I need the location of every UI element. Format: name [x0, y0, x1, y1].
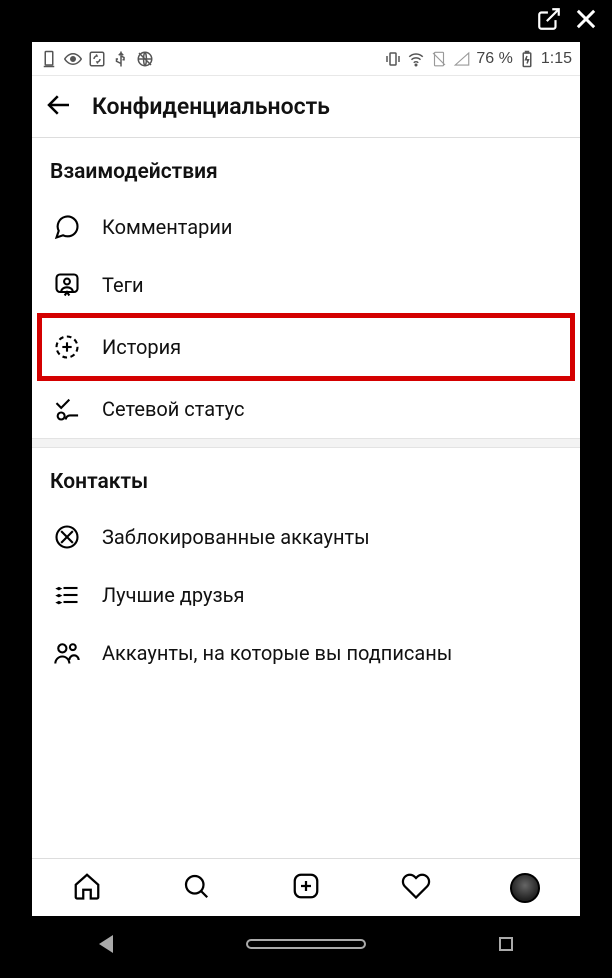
comment-icon: [52, 212, 82, 242]
back-icon[interactable]: [44, 90, 74, 124]
following-icon: [52, 638, 82, 668]
activity-status-icon: [52, 394, 82, 424]
external-link-icon[interactable]: [536, 6, 562, 36]
row-label: Заблокированные аккаунты: [102, 525, 370, 549]
page-title: Конфиденциальность: [92, 93, 330, 120]
row-label: История: [102, 335, 181, 359]
nav-profile[interactable]: [510, 873, 540, 903]
device-icon: [40, 50, 58, 68]
no-network-icon: [136, 50, 154, 68]
vibrate-icon: [384, 50, 402, 68]
row-label: Теги: [102, 273, 144, 297]
device-screen: 76 % 1:15 Конфиденциальность Взаимодейст…: [32, 42, 580, 916]
bottom-nav: [32, 858, 580, 916]
row-close-friends[interactable]: Лучшие друзья: [32, 566, 580, 624]
section-title-contacts: Контакты: [32, 448, 580, 508]
wifi-icon: [407, 50, 425, 68]
nav-home[interactable]: [72, 871, 102, 905]
nav-add-post[interactable]: [291, 871, 321, 905]
section-divider: [32, 438, 580, 448]
app-header: Конфиденциальность: [32, 76, 580, 138]
close-friends-icon: [52, 580, 82, 610]
eye-icon: [64, 50, 82, 68]
device-frame: 76 % 1:15 Конфиденциальность Взаимодейст…: [0, 0, 612, 978]
row-comments[interactable]: Комментарии: [32, 198, 580, 256]
nav-activity[interactable]: [401, 871, 431, 905]
row-following[interactable]: Аккаунты, на которые вы подписаны: [32, 624, 580, 682]
clock-time: 1:15: [541, 50, 572, 68]
row-activity-status[interactable]: Сетевой статус: [32, 380, 580, 438]
row-blocked-accounts[interactable]: Заблокированные аккаунты: [32, 508, 580, 566]
avatar: [510, 873, 540, 903]
battery-percent: 76 %: [476, 50, 512, 68]
row-label: Сетевой статус: [102, 397, 245, 421]
row-label: Аккаунты, на которые вы подписаны: [102, 641, 452, 665]
android-recent[interactable]: [499, 937, 513, 951]
usb-icon: [112, 50, 130, 68]
section-title-interactions: Взаимодействия: [32, 138, 580, 198]
sync-icon: [88, 50, 106, 68]
android-back[interactable]: [99, 935, 113, 953]
nav-search[interactable]: [181, 871, 211, 905]
android-home[interactable]: [246, 939, 366, 949]
signal-icon: [453, 50, 471, 68]
story-plus-icon: [52, 332, 82, 362]
status-bar: 76 % 1:15: [32, 42, 580, 76]
row-label: Комментарии: [102, 215, 232, 239]
close-icon[interactable]: [572, 5, 600, 37]
row-tags[interactable]: Теги: [32, 256, 580, 314]
settings-content: Взаимодействия Комментарии Теги История: [32, 138, 580, 858]
row-label: Лучшие друзья: [102, 583, 244, 607]
battery-charging-icon: [518, 50, 536, 68]
frame-top-controls: [0, 0, 612, 42]
android-nav-bar: [32, 922, 580, 966]
tag-person-icon: [52, 270, 82, 300]
row-story[interactable]: История: [38, 314, 574, 380]
no-sim-icon: [430, 50, 448, 68]
blocked-icon: [52, 522, 82, 552]
